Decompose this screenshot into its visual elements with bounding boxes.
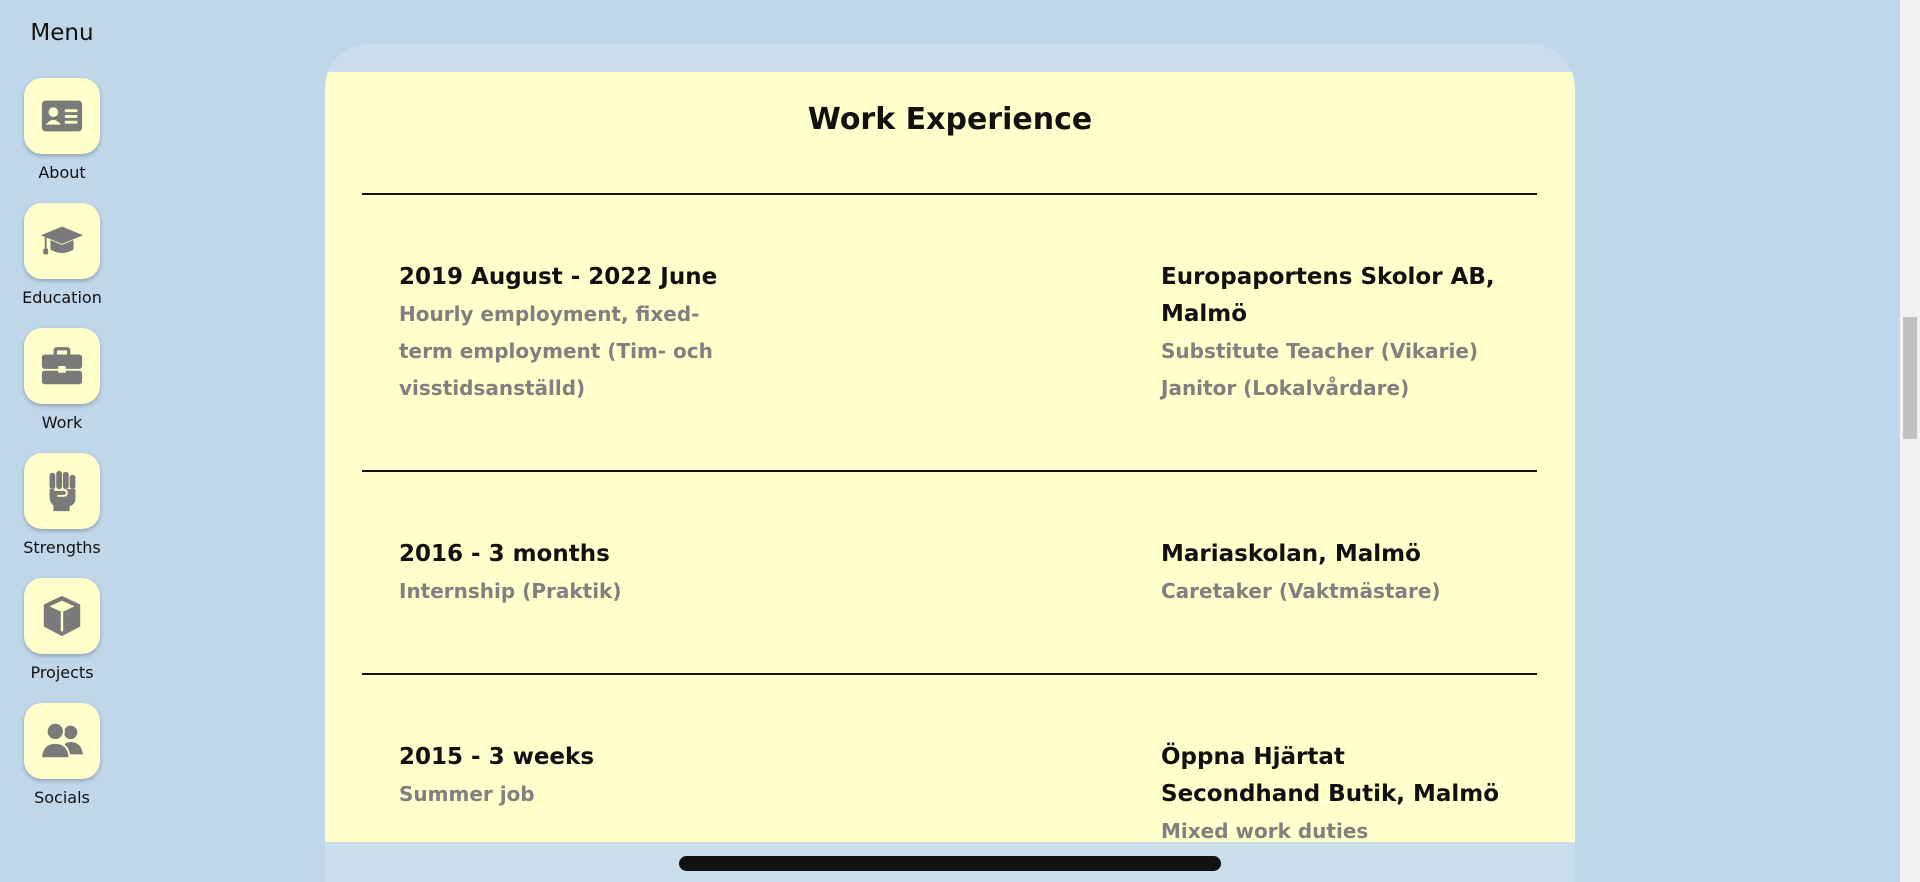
entry-employer: Mariaskolan, Malmö — [1161, 541, 1421, 567]
work-experience-card: Work Experience 2019 August - 2022 June … — [325, 72, 1575, 842]
sidebar-item-label: Socials — [34, 788, 90, 807]
sidebar-item-label: Work — [41, 413, 83, 432]
entry-details: 2015 - 3 weeks Summer job — [399, 739, 739, 813]
entry-employer-block: Europaportens Skolor AB, Malmö Substitut… — [1161, 259, 1501, 407]
sidebar-item-label: About — [38, 163, 86, 182]
sidebar-item-socials[interactable]: Socials — [0, 703, 124, 807]
users-icon — [39, 721, 84, 760]
page-scrollbar[interactable] — [1900, 0, 1920, 882]
menu-title: Menu — [30, 20, 94, 46]
divider — [362, 673, 1537, 675]
sidebar-item-strengths[interactable]: Strengths — [0, 453, 124, 557]
entry-details: 2019 August - 2022 June Hourly employmen… — [399, 259, 739, 407]
entry-employer: Öppna Hjärtat Secondhand Butik, Malmö — [1161, 744, 1500, 807]
entry-role: Janitor (Lokalvårdare) — [1161, 376, 1410, 400]
home-indicator[interactable] — [679, 856, 1221, 871]
id-card-icon — [41, 100, 83, 132]
divider — [362, 193, 1537, 195]
about-tile[interactable] — [24, 78, 100, 154]
sidebar-item-projects[interactable]: Projects — [0, 578, 124, 682]
socials-tile[interactable] — [24, 703, 100, 779]
strengths-tile[interactable] — [24, 453, 100, 529]
entry-period: 2015 - 3 weeks — [399, 744, 595, 770]
sidebar-item-label: Projects — [30, 663, 94, 682]
entry-type: Summer job — [399, 782, 535, 806]
sidebar-menu: Menu About Education Work Strengths Proj… — [0, 0, 124, 882]
entry-role: Caretaker (Vaktmästare) — [1161, 579, 1441, 603]
briefcase-icon — [41, 347, 83, 385]
entry-role: Substitute Teacher (Vikarie) — [1161, 339, 1479, 363]
entry-period: 2016 - 3 months — [399, 541, 610, 567]
work-tile[interactable] — [24, 328, 100, 404]
entry-employer-block: Öppna Hjärtat Secondhand Butik, Malmö Mi… — [1161, 739, 1501, 842]
entry-type: Hourly employment, fixed-term employment… — [399, 302, 713, 400]
fist-icon — [49, 470, 76, 512]
box-icon — [43, 595, 81, 637]
projects-tile[interactable] — [24, 578, 100, 654]
device-frame: Work Experience 2019 August - 2022 June … — [325, 44, 1575, 882]
entry-details: 2016 - 3 months Internship (Praktik) — [399, 536, 739, 610]
sidebar-item-work[interactable]: Work — [0, 328, 124, 432]
scrollbar-thumb[interactable] — [1903, 317, 1917, 439]
entry-employer: Europaportens Skolor AB, Malmö — [1161, 264, 1495, 327]
graduation-cap-icon — [40, 226, 84, 255]
entry-period: 2019 August - 2022 June — [399, 264, 718, 290]
sidebar-item-label: Education — [22, 288, 102, 307]
sidebar-item-label: Strengths — [23, 538, 101, 557]
sidebar-item-about[interactable]: About — [0, 78, 124, 182]
entry-employer-block: Mariaskolan, Malmö Caretaker (Vaktmästar… — [1161, 536, 1501, 610]
page-title: Work Experience — [807, 102, 1093, 137]
sidebar-item-education[interactable]: Education — [0, 203, 124, 307]
entry-type: Internship (Praktik) — [399, 579, 622, 603]
education-tile[interactable] — [24, 203, 100, 279]
divider — [362, 470, 1537, 472]
entry-role: Mixed work duties — [1161, 819, 1369, 842]
